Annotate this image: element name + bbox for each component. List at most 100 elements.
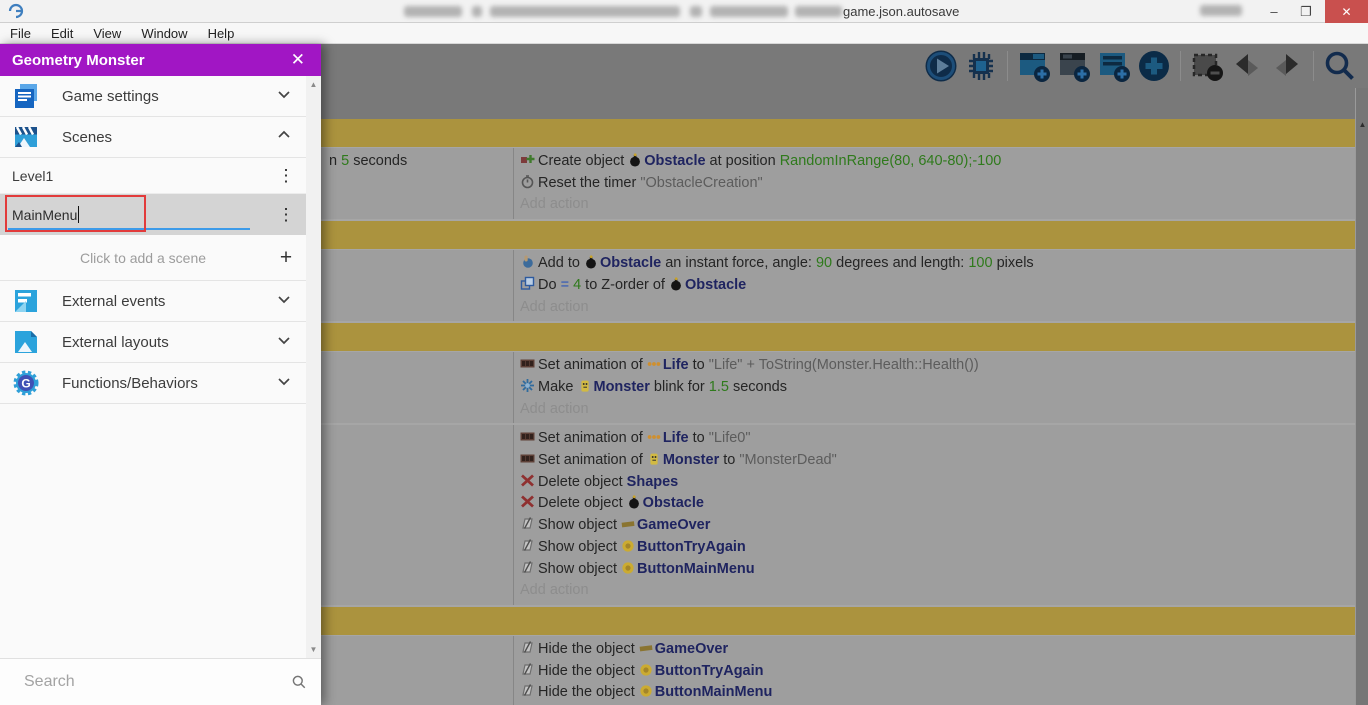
scroll-up-icon[interactable]: ▲ (1356, 120, 1368, 129)
chevron-down-icon[interactable] (276, 332, 292, 353)
actions-cell[interactable]: Add to Obstacle an instant force, angle:… (514, 250, 1355, 321)
text-segment: n (329, 153, 342, 169)
conditions-cell[interactable]: n 5 seconds (321, 148, 514, 220)
event-action-line[interactable]: Hide the object ButtonTryAgain (520, 661, 1351, 683)
event-action-line[interactable]: Set animation of Life to "Life0" (520, 428, 1351, 450)
chevron-down-icon[interactable] (276, 86, 292, 107)
conditions-cell[interactable] (321, 250, 514, 322)
event-action-line[interactable]: Do = 4 to Z-order of Obstacle (520, 275, 1351, 297)
event-action-line[interactable]: Make Monster blink for 1.5 seconds (520, 377, 1351, 399)
sidebar-item-label: Scenes (62, 128, 113, 146)
sidebar-item-functions-behaviors[interactable]: G Functions/Behaviors (0, 363, 306, 404)
drawer-body: Game settings Scenes Level1 ⋮ MainMenu ⋮ C… (0, 76, 306, 658)
minimize-button[interactable]: – (1258, 0, 1290, 23)
add-scene-row[interactable]: Click to add a scene + (0, 235, 306, 281)
add-subevent-icon[interactable] (1056, 48, 1092, 84)
event-row[interactable]: Set animation of Life to "Life0" Set anim… (321, 425, 1355, 605)
event-condition-line[interactable]: n 5 seconds (329, 151, 509, 173)
close-drawer-icon[interactable]: ✕ (287, 50, 309, 70)
visibility-icon (520, 640, 535, 655)
actions-cell[interactable]: Set animation of Life to "Life0" Set anim… (514, 425, 1355, 605)
chevron-down-icon[interactable] (276, 291, 292, 312)
text-segment: Create object (538, 153, 629, 169)
scroll-down-icon[interactable]: ▼ (306, 645, 321, 654)
chevron-down-icon[interactable] (276, 373, 292, 394)
text-segment: Delete object (538, 495, 627, 512)
event-action-line[interactable]: Reset the timer "ObstacleCreation" (520, 173, 1351, 195)
delete-icon (520, 473, 535, 488)
chevron-up-icon[interactable] (276, 127, 292, 148)
redo-icon[interactable] (1269, 48, 1305, 84)
event-action-line[interactable]: Delete object Obstacle (520, 493, 1351, 515)
delete-event-icon[interactable] (1189, 48, 1225, 84)
scene-row-mainmenu[interactable]: MainMenu ⋮ (0, 194, 306, 235)
add-action-button[interactable]: Add action (520, 580, 1351, 602)
sidebar-item-game-settings[interactable]: Game settings (0, 76, 306, 117)
visibility-icon (520, 662, 535, 677)
conditions-cell[interactable] (321, 352, 514, 424)
text-segment: Show object (538, 517, 622, 534)
conditions-cell[interactable] (321, 635, 514, 705)
actions-cell[interactable]: Create object Obstacle at position Rando… (514, 148, 1355, 219)
event-action-line[interactable]: Add to Obstacle an instant force, angle:… (520, 253, 1351, 275)
drawer-scrollbar[interactable]: ▲ ▼ (306, 76, 321, 658)
conditions-cell[interactable] (321, 425, 514, 605)
scene-menu-icon[interactable]: ⋮ (274, 205, 298, 225)
event-group-header[interactable] (321, 606, 1355, 635)
add-action-button[interactable]: Add action (520, 399, 1351, 421)
event-group-header[interactable] (321, 119, 1355, 147)
hearts-icon (647, 357, 661, 371)
search-input[interactable] (24, 673, 291, 691)
plus-icon[interactable]: + (274, 246, 298, 270)
undo-icon[interactable] (1229, 48, 1265, 84)
text-segment: seconds (349, 153, 408, 169)
sidebar-item-external-events[interactable]: External events (0, 281, 306, 322)
event-row[interactable]: Set animation of Life to "Life" + ToStri… (321, 352, 1355, 424)
object-name: ButtonTryAgain (654, 662, 764, 679)
event-action-line[interactable]: Create object Obstacle at position Rando… (520, 151, 1351, 173)
event-action-line[interactable]: Set animation of Life to "Life" + ToStri… (520, 355, 1351, 377)
event-action-line[interactable]: Show object ButtonMainMenu (520, 559, 1351, 581)
redacted-path-blob (490, 6, 680, 17)
search-events-icon[interactable] (1322, 48, 1358, 84)
play-icon[interactable] (923, 48, 959, 84)
add-comment-icon[interactable] (1096, 48, 1132, 84)
text-segment: pixels (992, 255, 1034, 272)
text-segment: Delete object (538, 473, 627, 490)
restore-button[interactable]: ❐ (1290, 0, 1322, 23)
event-action-line[interactable]: Set animation of Monster to "MonsterDead… (520, 450, 1351, 472)
event-action-line[interactable]: Show object ButtonTryAgain (520, 537, 1351, 559)
menu-item-view[interactable]: View (83, 23, 131, 44)
menu-item-help[interactable]: Help (198, 23, 245, 44)
menu-item-file[interactable]: File (0, 23, 41, 44)
scene-rename-input[interactable]: MainMenu (12, 203, 274, 227)
event-row[interactable]: Hide the object GameOver Hide the object … (321, 635, 1355, 705)
menu-bar: File Edit View Window Help (0, 23, 1368, 44)
scroll-up-icon[interactable]: ▲ (306, 80, 321, 89)
event-action-line[interactable]: Show object GameOver (520, 515, 1351, 537)
close-window-button[interactable]: ✕ (1325, 0, 1368, 23)
event-group-header[interactable] (321, 323, 1355, 352)
events-scrollbar[interactable]: ▲ (1355, 88, 1368, 705)
actions-cell[interactable]: Set animation of Life to "Life" + ToStri… (514, 352, 1355, 423)
add-action-button[interactable]: Add action (520, 194, 1351, 216)
sidebar-item-external-layouts[interactable]: External layouts (0, 322, 306, 363)
menu-item-window[interactable]: Window (131, 23, 197, 44)
text-segment: Reset the timer (538, 174, 641, 191)
add-event-icon[interactable] (1016, 48, 1052, 84)
event-group-header[interactable] (321, 221, 1355, 250)
event-action-line[interactable]: Hide the object ButtonMainMenu (520, 682, 1351, 704)
event-row[interactable]: Add to Obstacle an instant force, angle:… (321, 250, 1355, 322)
event-action-line[interactable]: Hide the object GameOver (520, 639, 1351, 661)
add-action-button[interactable]: Add action (520, 297, 1351, 319)
scene-row-level1[interactable]: Level1 ⋮ (0, 158, 306, 194)
menu-item-edit[interactable]: Edit (41, 23, 83, 44)
debug-icon[interactable] (963, 48, 999, 84)
actions-cell[interactable]: Hide the object GameOver Hide the object … (514, 636, 1355, 705)
scene-menu-icon[interactable]: ⋮ (274, 166, 298, 186)
event-row[interactable]: n 5 seconds Create object Obstacle at pos… (321, 148, 1355, 220)
event-action-line[interactable]: Delete object Shapes (520, 472, 1351, 494)
text-segment: "Life" + ToString(Monster.Health::Health… (708, 357, 979, 374)
add-circle-icon[interactable] (1136, 48, 1172, 84)
sidebar-item-scenes[interactable]: Scenes (0, 117, 306, 158)
